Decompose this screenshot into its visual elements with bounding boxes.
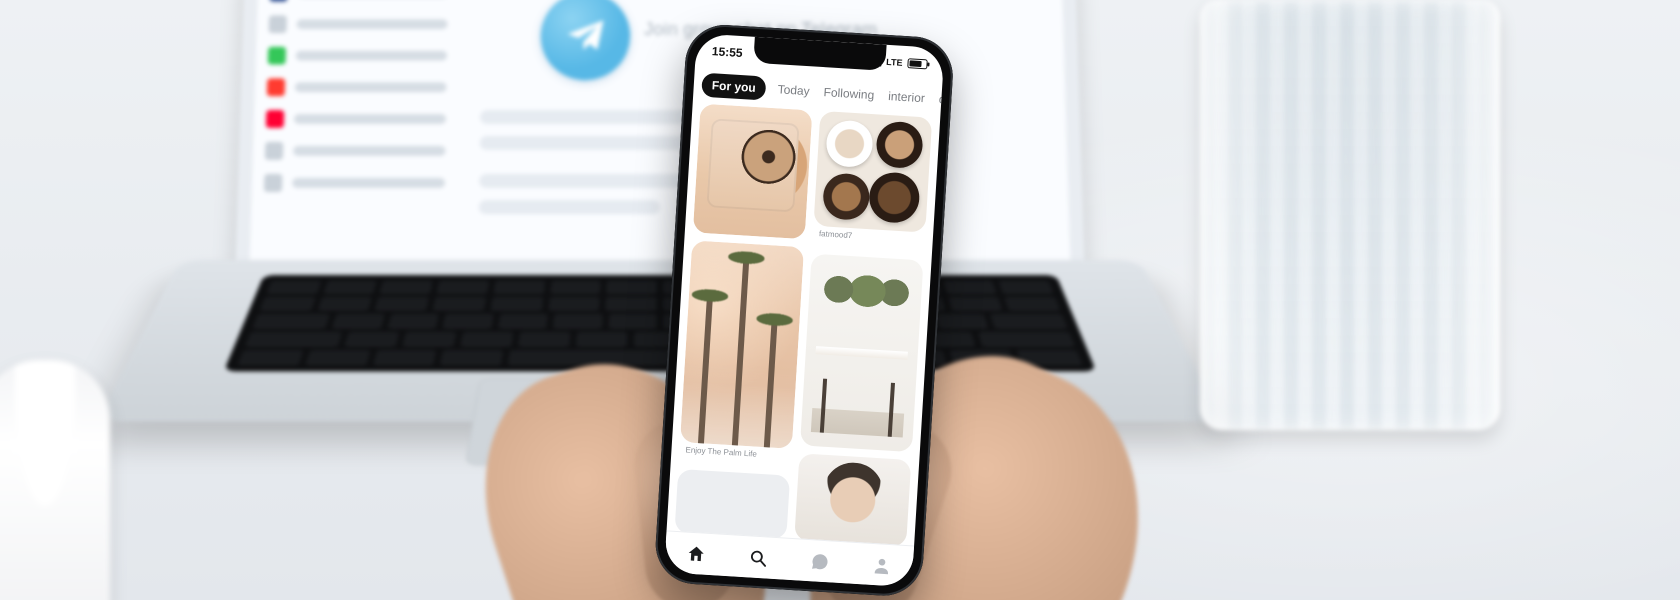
nav-notifications[interactable] <box>808 550 831 573</box>
phone-screen: 15:55 LTE For you Today Following interi… <box>664 33 945 587</box>
phone: 15:55 LTE For you Today Following interi… <box>653 23 955 598</box>
network-label: LTE <box>886 57 903 68</box>
nav-search[interactable] <box>746 546 769 569</box>
home-icon <box>686 543 707 564</box>
tab-today[interactable]: Today <box>775 77 812 103</box>
pin-palm-trees[interactable]: Enjoy The Palm Life <box>680 240 804 449</box>
water-glass <box>1200 0 1500 430</box>
feed-col-right: fatmood7 <box>794 111 932 547</box>
tab-for-you[interactable]: For you <box>701 73 766 101</box>
telegram-icon <box>540 0 630 80</box>
bottle <box>0 360 110 600</box>
laptop-keyboard <box>224 275 1097 371</box>
feed-col-left: Enjoy The Palm Life <box>674 104 812 540</box>
pin-record-player[interactable] <box>693 104 813 239</box>
feed[interactable]: Enjoy The Palm Life fatmood7 <box>674 104 932 547</box>
laptop-screen: Join group chat on Telegram <box>235 0 1085 281</box>
pin-stub-1[interactable] <box>674 469 790 540</box>
pin-interior-room[interactable] <box>800 254 924 453</box>
nav-home[interactable] <box>685 542 708 565</box>
person-icon <box>871 554 892 575</box>
battery-icon <box>907 58 928 69</box>
laptop-sidebar <box>262 0 448 261</box>
pin-coffee-cups[interactable]: fatmood7 <box>813 111 932 233</box>
status-time: 15:55 <box>711 44 743 60</box>
tab-following[interactable]: Following <box>821 80 877 107</box>
pin-portrait[interactable] <box>794 454 911 547</box>
tab-interior[interactable]: interior <box>885 84 927 110</box>
nav-saved[interactable] <box>870 553 893 576</box>
chat-icon <box>809 551 830 572</box>
scene: Join group chat on Telegram <box>0 0 1680 600</box>
search-icon <box>747 547 768 568</box>
